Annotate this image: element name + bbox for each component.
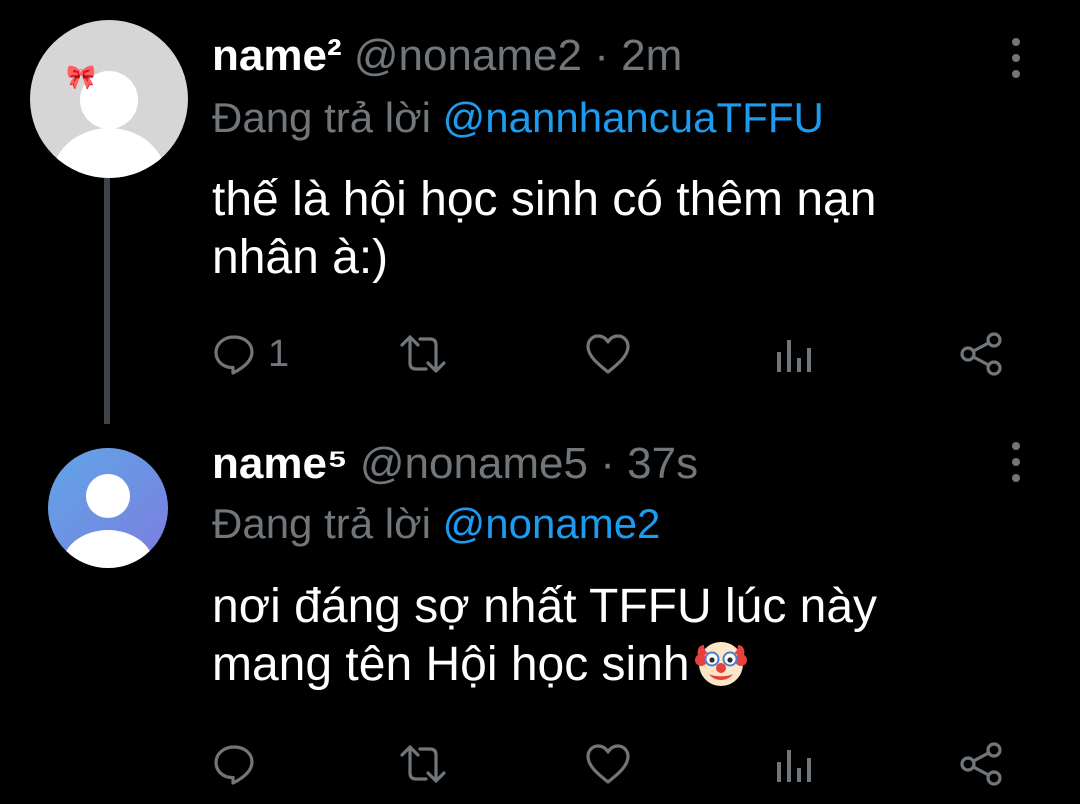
separator-dot: · [594,31,609,80]
reply-button[interactable] [212,736,268,792]
views-button[interactable] [774,326,814,382]
retweet-button[interactable] [398,326,448,382]
avatar[interactable] [48,448,168,568]
tweet[interactable]: name⁵ @noname5 · 37s Đang trả lời @nonam… [0,420,1080,804]
tweet-text: thế là hội học sinh có thêm nạn nhân à:) [212,171,1012,287]
share-button[interactable] [958,736,1006,792]
like-button[interactable] [584,736,632,792]
display-name[interactable]: name² [212,31,342,80]
mention-link[interactable]: @noname2 [443,500,661,547]
tweet-text: nơi đáng sợ nhất TFFU lúc này mang tên H… [212,578,1012,694]
tweet-text-line: mang tên Hội học sinh [212,638,690,691]
like-icon [586,744,630,784]
separator-dot: · [600,439,615,488]
tweet-text-line: nơi đáng sợ nhất TFFU lúc này [212,580,878,633]
share-button[interactable] [958,326,1006,382]
retweet-icon [400,335,446,373]
retweet-button[interactable] [398,736,448,792]
share-icon [960,742,1002,786]
tweet-header: name⁵ @noname5 · 37s [212,436,698,492]
clown-face-emoji [694,642,747,686]
tweet[interactable]: 🎀 name² @noname2 · 2m Đang trả lời @nann… [0,0,1080,400]
more-icon[interactable] [1000,442,1032,482]
display-name[interactable]: name⁵ [212,439,348,488]
retweet-icon [400,745,446,783]
user-handle[interactable]: @noname5 [360,439,588,488]
tweet-actions [212,736,1032,792]
mention-link[interactable]: @nannhancuaTFFU [443,94,824,141]
tweet-text-line: thế là hội học sinh có thêm nạn [212,173,877,226]
replying-to-label: Đang trả lời [212,94,443,141]
reply-button[interactable]: 1 [212,326,289,382]
tweet-actions: 1 [212,326,1032,382]
views-button[interactable] [774,736,814,792]
bow-icon: 🎀 [66,64,96,91]
replying-to-label: Đang trả lời [212,500,443,547]
default-avatar-icon [51,71,167,178]
reply-count: 1 [268,332,290,375]
more-icon[interactable] [1000,38,1032,78]
tweet-text-line: nhân à:) [212,231,389,284]
tweet-header: name² @noname2 · 2m [212,28,682,84]
share-icon [960,332,1002,376]
default-avatar-icon [62,474,154,568]
like-icon [586,334,630,374]
user-handle[interactable]: @noname2 [354,31,582,80]
replying-to: Đang trả lời @noname2 [212,496,660,552]
avatar[interactable]: 🎀 [30,20,188,178]
like-button[interactable] [584,326,632,382]
views-icon [777,750,811,782]
replying-to: Đang trả lời @nannhancuaTFFU [212,90,824,146]
reply-icon [214,335,254,375]
timestamp[interactable]: 37s [627,439,698,488]
timestamp[interactable]: 2m [621,31,682,80]
tweet-text-line-with-emoji: mang tên Hội học sinh [212,636,1012,694]
reply-icon [214,745,254,785]
views-icon [777,340,811,372]
